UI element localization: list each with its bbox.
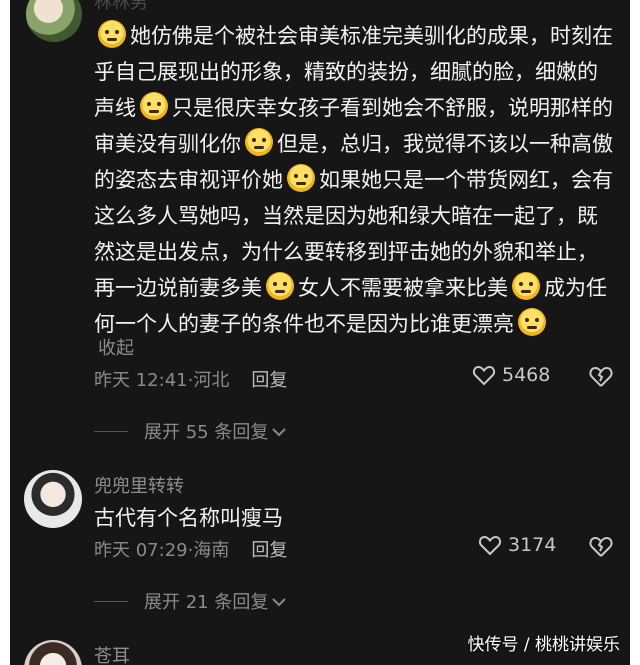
comment-text-segment: 女人不需要被拿来比美	[298, 276, 508, 300]
comment-screen: 林林男 她仿佛是个被社会审美标准完美驯化的成果，时刻在乎自己展现出的形象，精致的…	[10, 0, 630, 665]
expand-replies[interactable]: 展开 55 条回复	[94, 418, 287, 444]
username[interactable]: 苍耳	[94, 642, 130, 665]
face-emoji-icon	[245, 128, 273, 156]
avatar[interactable]	[24, 640, 82, 665]
face-emoji-icon	[287, 164, 315, 192]
comment-meta: 昨天 07:29·海南 回复	[94, 536, 287, 562]
avatar[interactable]	[24, 470, 82, 528]
face-emoji-icon	[266, 272, 294, 300]
avatar[interactable]	[26, 0, 82, 42]
collapse-link[interactable]: 收起	[98, 334, 134, 360]
username[interactable]: 兜兜里转转	[94, 472, 184, 498]
face-emoji-icon	[518, 308, 546, 336]
comment-text: 古代有个名称叫瘦马	[94, 506, 283, 530]
broken-heart-icon	[588, 364, 614, 388]
face-emoji-icon	[512, 272, 540, 300]
username[interactable]: 林林男	[94, 0, 148, 14]
face-emoji-icon	[98, 20, 126, 48]
expand-replies-label: 展开 55 条回复	[144, 422, 269, 443]
watermark: 快传号 / 桃桃讲娱乐	[467, 635, 620, 655]
broken-heart-icon	[588, 534, 614, 558]
comment-location: 海南	[193, 540, 230, 561]
dislike-button[interactable]	[588, 364, 614, 388]
heart-icon	[478, 534, 502, 556]
comment-time: 昨天 07:29	[94, 540, 188, 561]
chevron-down-icon	[272, 591, 287, 612]
comment-time: 昨天 12:41	[94, 370, 188, 391]
reply-button[interactable]: 回复	[251, 366, 287, 392]
like-button[interactable]: 5468	[472, 364, 550, 386]
face-emoji-icon	[140, 92, 168, 120]
reply-button[interactable]: 回复	[251, 536, 287, 562]
divider-line	[94, 430, 128, 432]
expand-replies-label: 展开 21 条回复	[144, 592, 269, 613]
comment-time-location: 昨天 12:41·河北	[94, 370, 230, 391]
divider-line	[94, 600, 128, 602]
chevron-down-icon	[272, 421, 287, 442]
comment-text: 她仿佛是个被社会审美标准完美驯化的成果，时刻在乎自己展现出的形象，精致的装扮，细…	[94, 18, 614, 342]
heart-icon	[472, 364, 496, 386]
comment-meta: 昨天 12:41·河北 回复	[94, 366, 287, 392]
like-button[interactable]: 3174	[478, 534, 556, 556]
like-count: 5468	[502, 364, 551, 386]
like-count: 3174	[508, 534, 557, 556]
dislike-button[interactable]	[588, 534, 614, 558]
comment-location: 河北	[193, 370, 230, 391]
expand-replies[interactable]: 展开 21 条回复	[94, 588, 287, 614]
comment-time-location: 昨天 07:29·海南	[94, 540, 230, 561]
